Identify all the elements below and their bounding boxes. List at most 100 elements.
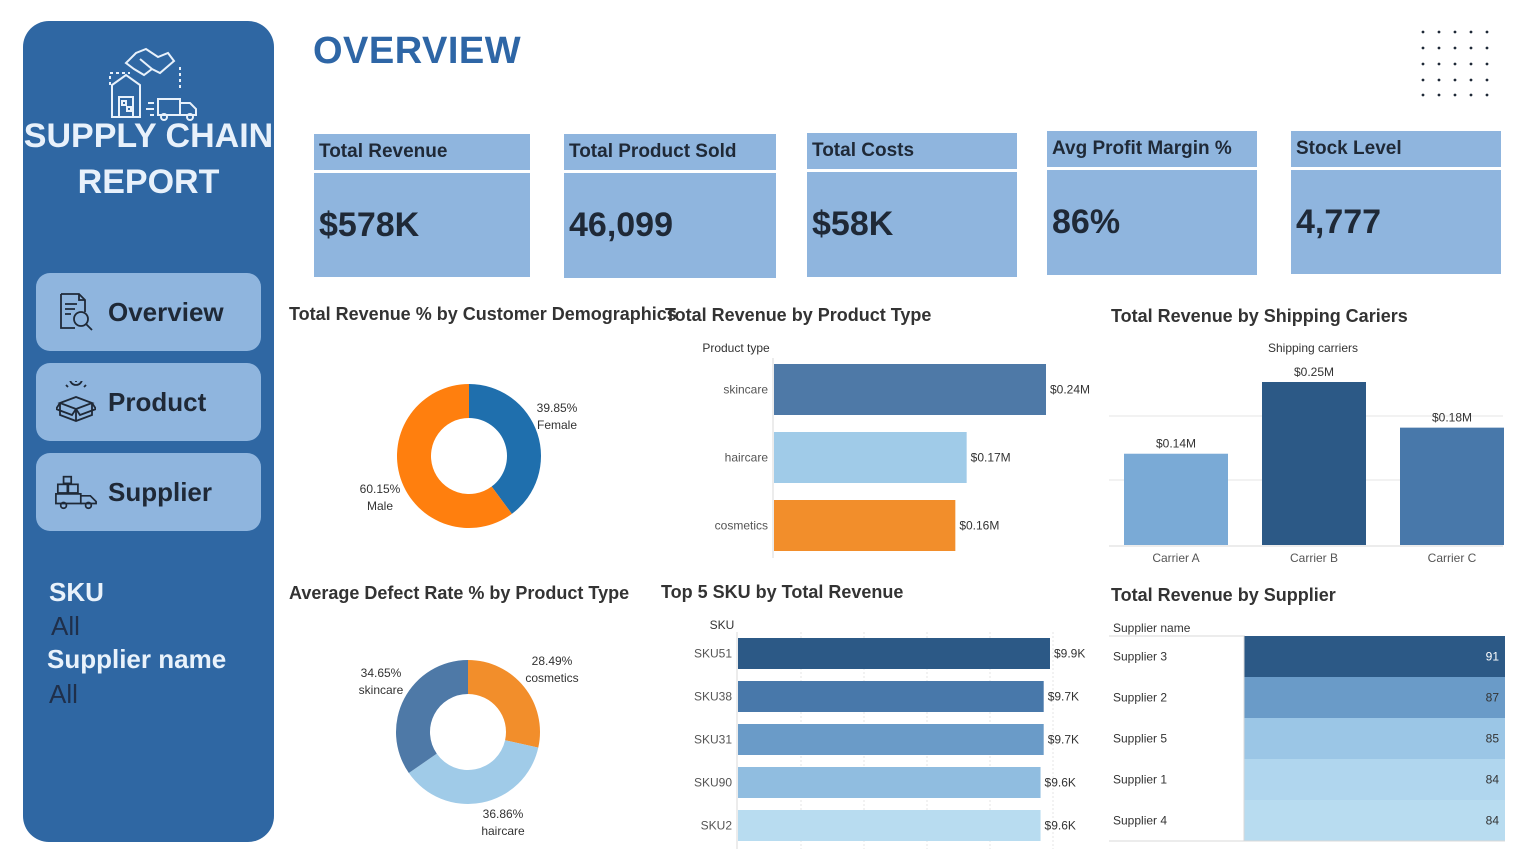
row-label: Supplier 3 [1113, 650, 1167, 664]
cell-value: 84 [1486, 773, 1500, 787]
axis-title: Supplier name [1113, 621, 1191, 635]
bar-skincare [774, 364, 1046, 415]
kpi-value: $578K [314, 173, 530, 277]
supply-chain-logo-icon [96, 35, 206, 125]
category-label: SKU90 [694, 776, 732, 790]
cell-Supplier 1 [1244, 759, 1505, 800]
value-label: $9.7K [1048, 690, 1079, 704]
supplier-chart-title: Total Revenue by Supplier [1111, 585, 1336, 605]
donut-slice-skincare [396, 660, 468, 774]
supplier-highlight-table: Supplier name Supplier 3 91 Supplier 2 87 Sup… [1109, 621, 1505, 842]
cell-value: 91 [1486, 650, 1500, 664]
bar-haircare [774, 432, 967, 483]
slice-name-label: cosmetics [525, 671, 578, 685]
value-label: $0.16M [959, 519, 999, 533]
axis-title: Shipping carriers [1268, 341, 1358, 355]
bar-Carrier B [1262, 382, 1366, 545]
value-label: $9.7K [1048, 733, 1079, 747]
bar-SKU38 [738, 681, 1044, 712]
sidebar: SUPPLY CHAIN REPORT Overview Product Sup… [23, 21, 274, 842]
slice-pct-label: 34.65% [361, 666, 402, 680]
product-box-icon [54, 380, 98, 424]
cell-Supplier 4 [1244, 800, 1505, 841]
row-label: Supplier 2 [1113, 691, 1167, 705]
value-label: $0.14M [1156, 437, 1196, 451]
sku-filter-label: SKU [49, 577, 104, 607]
nav-overview-button[interactable]: Overview [36, 273, 261, 351]
report-title: SUPPLY CHAIN REPORT [23, 113, 274, 205]
kpi-label: Avg Profit Margin % [1047, 131, 1257, 167]
row-label: Supplier 5 [1113, 732, 1167, 746]
slice-name-label: Male [367, 499, 393, 513]
demographics-chart-title: Total Revenue % by Customer Demographics [289, 304, 677, 324]
slice-name-label: skincare [359, 683, 404, 697]
slice-pct-label: 36.86% [483, 807, 524, 821]
supplier-filter-value[interactable]: All [49, 679, 78, 710]
report-title-line2: REPORT [77, 163, 220, 201]
category-label: Carrier C [1428, 551, 1477, 565]
category-label: Carrier B [1290, 551, 1338, 565]
kpi-total-product-sold: Total Product Sold 46,099 [564, 134, 776, 278]
slice-pct-label: 28.49% [532, 654, 573, 668]
cell-value: 84 [1486, 814, 1500, 828]
top-sku-chart-title: Top 5 SKU by Total Revenue [661, 582, 904, 602]
nav-product-button[interactable]: Product [36, 363, 261, 441]
value-label: $9.6K [1045, 819, 1076, 833]
report-title-line1: SUPPLY CHAIN [23, 117, 274, 155]
demographics-donut-chart: 39.85% Female 60.15% Male [360, 384, 578, 528]
bar-cosmetics [774, 500, 956, 551]
delivery-truck-icon [54, 470, 98, 514]
kpi-value: 46,099 [564, 173, 776, 278]
slice-pct-label: 39.85% [537, 401, 578, 415]
nav-product-label: Product [108, 386, 207, 417]
cell-Supplier 3 [1244, 636, 1505, 677]
value-label: $0.18M [1432, 411, 1472, 425]
kpi-stock-level: Stock Level 4,777 [1291, 131, 1501, 274]
value-label: $0.25M [1294, 365, 1334, 379]
kpi-label: Total Product Sold [564, 134, 776, 170]
kpi-total-costs: Total Costs $58K [807, 133, 1017, 277]
bar-SKU31 [738, 724, 1044, 755]
value-label: $9.6K [1045, 776, 1076, 790]
category-label: cosmetics [715, 519, 768, 533]
category-label: SKU51 [694, 647, 732, 661]
axis-title: SKU [710, 618, 735, 632]
nav-supplier-button[interactable]: Supplier [36, 453, 261, 531]
category-label: SKU31 [694, 733, 732, 747]
product-type-bar-chart: Product type skincare $0.24M haircare $0.17M… [702, 341, 1090, 558]
kpi-value: 4,777 [1291, 170, 1501, 274]
value-label: $0.17M [971, 451, 1011, 465]
bar-SKU90 [738, 767, 1041, 798]
kpi-value: 86% [1047, 170, 1257, 275]
category-label: haircare [725, 451, 769, 465]
defect-chart-title: Average Defect Rate % by Product Type [289, 583, 630, 603]
kpi-value: $58K [807, 172, 1017, 277]
kpi-avg-profit-margin: Avg Profit Margin % 86% [1047, 131, 1257, 275]
sku-filter-value[interactable]: All [51, 611, 80, 642]
page-title: OVERVIEW [313, 30, 522, 72]
category-label: SKU2 [701, 819, 733, 833]
kpi-label: Total Revenue [314, 134, 530, 170]
kpi-label: Total Costs [807, 133, 1017, 169]
slice-name-label: haircare [481, 824, 525, 838]
product-type-chart-title: Total Revenue by Product Type [665, 305, 932, 325]
value-label: $9.9K [1054, 647, 1085, 661]
report-search-icon [54, 290, 98, 334]
category-label: Carrier A [1152, 551, 1199, 565]
bar-SKU2 [738, 810, 1041, 841]
kpi-label: Stock Level [1291, 131, 1501, 167]
axis-title: Product type [702, 341, 770, 355]
category-label: skincare [723, 383, 768, 397]
category-label: SKU38 [694, 690, 732, 704]
defect-donut-chart: 28.49% cosmetics 36.86% haircare 34.65% skinc… [359, 654, 579, 838]
supplier-filter-label: Supplier name [47, 644, 227, 674]
bar-Carrier A [1124, 453, 1228, 545]
cell-Supplier 2 [1244, 677, 1505, 718]
cell-Supplier 5 [1244, 718, 1505, 759]
row-label: Supplier 4 [1113, 814, 1167, 828]
shipping-bar-chart: Shipping carriers $0.14M Carrier A $0.25M Ca… [1109, 341, 1504, 565]
cell-value: 87 [1486, 691, 1500, 705]
cell-value: 85 [1486, 732, 1500, 746]
row-label: Supplier 1 [1113, 773, 1167, 787]
shipping-chart-title: Total Revenue by Shipping Cariers [1111, 306, 1408, 326]
